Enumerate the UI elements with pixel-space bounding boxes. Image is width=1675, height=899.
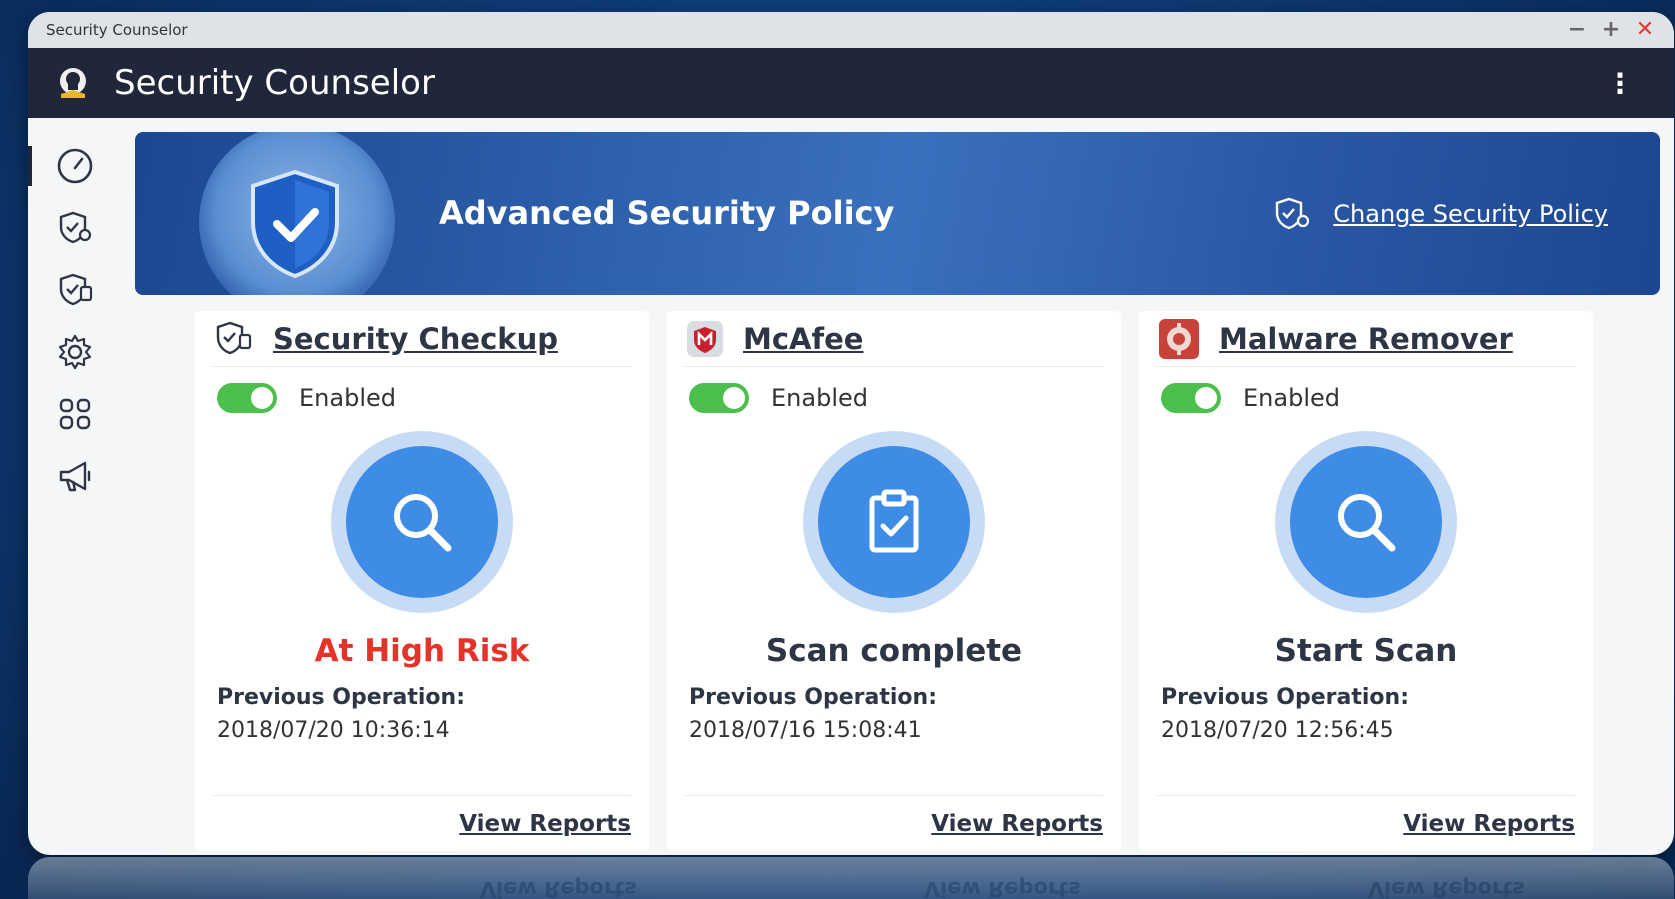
previous-operation-label: Previous Operation: [689,685,938,710]
change-security-policy-link[interactable]: Change Security Policy [1273,196,1608,232]
window-title: Security Counselor [46,21,188,39]
security-policy-banner: Advanced Security Policy Change Security… [135,132,1660,295]
window-reflection: View Reports View Reports View Reports [28,857,1674,899]
sidebar [28,118,121,855]
shield-device-icon [216,321,252,354]
change-security-policy-label: Change Security Policy [1333,200,1608,228]
malware-remover-logo-icon [1159,318,1199,359]
gear-icon [58,334,91,370]
previous-operation-time: 2018/07/16 15:08:41 [689,718,922,743]
app-logo-icon [60,68,86,98]
malware-remover-toggle[interactable] [1161,383,1221,413]
app-header: Security Counselor ⋮ [28,48,1674,118]
previous-operation-label: Previous Operation: [217,685,466,710]
security-checkup-card: Security Checkup Enabled At High Risk Pr… [195,311,649,851]
malware-remover-card: Malware Remover Enabled Start Scan Previ… [1139,311,1593,851]
security-policy-name: Advanced Security Policy [439,194,895,232]
window-controls: − + ✕ [1566,19,1656,41]
mcafee-card: McAfee Enabled Scan complete Previous Op… [667,311,1121,851]
mcafee-link[interactable]: McAfee [743,322,863,356]
previous-operation-label: Previous Operation: [1161,685,1410,710]
security-checkup-scan-button[interactable] [331,431,513,613]
sidebar-item-security-checkup[interactable] [52,270,98,310]
toggle-label: Enabled [1243,384,1340,412]
view-reports-link[interactable]: View Reports [1403,811,1575,837]
feature-cards: Security Checkup Enabled At High Risk Pr… [135,295,1660,851]
shield-check-icon [251,169,339,279]
previous-operation-time: 2018/07/20 12:56:45 [1161,718,1394,743]
malware-remover-link[interactable]: Malware Remover [1219,322,1513,356]
megaphone-icon [59,461,90,492]
status-text: Start Scan [1274,633,1458,669]
view-reports-link[interactable]: View Reports [931,811,1103,837]
shield-device-icon [59,273,92,306]
magnifier-icon [1338,494,1396,552]
shield-gear-icon [59,211,91,244]
mcafee-logo-icon [687,320,723,357]
magnifier-icon [394,494,452,552]
app-window: Security Counselor − + ✕ Security Counse… [28,12,1674,855]
apps-grid-icon [59,398,90,430]
status-text: At High Risk [314,633,530,669]
gauge-icon [57,148,92,184]
close-button[interactable]: ✕ [1634,19,1656,41]
mcafee-scan-button[interactable] [803,431,985,613]
security-checkup-link[interactable]: Security Checkup [273,322,558,356]
sidebar-item-settings[interactable] [52,332,98,372]
more-options-icon[interactable]: ⋮ [1594,67,1646,100]
shield-gear-icon [1276,197,1310,230]
window-titlebar[interactable]: Security Counselor − + ✕ [28,12,1674,48]
toggle-label: Enabled [771,384,868,412]
reflection-text: View Reports [480,877,637,899]
app-title: Security Counselor [114,63,435,103]
view-reports-link[interactable]: View Reports [459,811,631,837]
clipboard-check-icon [869,489,919,553]
main-panel: Advanced Security Policy Change Security… [121,118,1674,855]
sidebar-item-security-policy[interactable] [52,208,98,248]
status-text: Scan complete [765,633,1023,669]
previous-operation-time: 2018/07/20 10:36:14 [217,718,450,743]
maximize-button[interactable]: + [1600,19,1622,41]
minimize-button[interactable]: − [1566,19,1588,41]
sidebar-item-apps[interactable] [52,394,98,434]
malware-remover-scan-button[interactable] [1275,431,1457,613]
toggle-label: Enabled [299,384,396,412]
security-checkup-toggle[interactable] [217,383,277,413]
sidebar-item-announcements[interactable] [52,456,98,496]
reflection-text: View Reports [924,877,1081,899]
mcafee-toggle[interactable] [689,383,749,413]
sidebar-item-dashboard[interactable] [52,146,98,186]
reflection-text: View Reports [1368,877,1525,899]
